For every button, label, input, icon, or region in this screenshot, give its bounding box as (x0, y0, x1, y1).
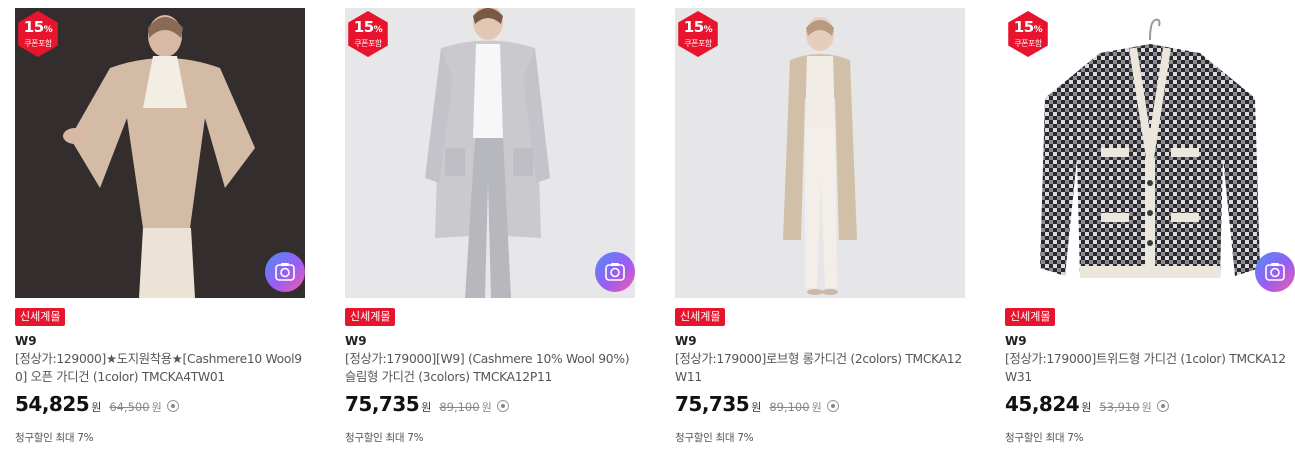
brand-name[interactable]: W9 (345, 334, 635, 348)
price-row: 75,735 원 89,100 원 (345, 392, 635, 416)
photo-review-button[interactable] (265, 252, 305, 292)
original-price-unit: 원 (481, 401, 492, 414)
product-photo-tweed-cardigan (1005, 8, 1295, 298)
product-card[interactable]: 15% 쿠폰포함 신세계몰 W9 [정상가:179000]트위드형 가디건 (1… (1005, 8, 1295, 445)
price-unit: 원 (421, 401, 432, 414)
shop-tag: 신세계몰 (1005, 308, 1056, 326)
price-unit: 원 (751, 401, 762, 414)
original-price: 53,910 (1099, 400, 1140, 414)
price-unit: 원 (1081, 401, 1092, 414)
product-photo-slim-cardigan (345, 8, 635, 298)
shop-tag: 신세계몰 (345, 308, 396, 326)
product-image[interactable]: 15% 쿠폰포함 (1005, 8, 1295, 298)
product-image[interactable]: 15% 쿠폰포함 (15, 8, 305, 298)
photo-review-button[interactable] (595, 252, 635, 292)
product-name[interactable]: [정상가:129000]★도지원착용★[Cashmere10 Wool90] 오… (15, 350, 305, 386)
original-price-unit: 원 (1141, 401, 1152, 414)
brand-name[interactable]: W9 (1005, 334, 1295, 348)
sale-price: 54,825 (15, 392, 90, 416)
product-image[interactable]: 15% 쿠폰포함 (675, 8, 965, 298)
product-name[interactable]: [정상가:179000]트위드형 가디건 (1color) TMCKA12W31 (1005, 350, 1295, 386)
camera-icon (1265, 263, 1285, 281)
product-name[interactable]: [정상가:179000]로브형 롱가디건 (2colors) TMCKA12W1… (675, 350, 965, 386)
product-card[interactable]: 15% 쿠폰포함 신세계몰 W9 [정상가:129000]★도지원착용★[Cas… (15, 8, 305, 445)
shop-tag: 신세계몰 (15, 308, 66, 326)
product-name[interactable]: [정상가:179000][W9] (Cashmere 10% Wool 90%)… (345, 350, 635, 386)
card-discount-note: 청구할인 최대 7% (675, 432, 754, 444)
original-price-unit: 원 (151, 401, 162, 414)
card-discount-note: 청구할인 최대 7% (345, 432, 424, 444)
sale-price: 75,735 (345, 392, 420, 416)
product-card[interactable]: 15% 쿠폰포함 신세계몰 W9 [정상가:179000][W9] (Cashm… (345, 8, 635, 445)
brand-name[interactable]: W9 (15, 334, 305, 348)
product-photo-robe-cardigan (675, 8, 965, 298)
price-info-icon[interactable] (166, 400, 179, 412)
price-info-icon[interactable] (1156, 400, 1169, 412)
price-row: 75,735 원 89,100 원 (675, 392, 965, 416)
camera-icon (275, 263, 295, 281)
brand-name[interactable]: W9 (675, 334, 965, 348)
product-grid: 15% 쿠폰포함 신세계몰 W9 [정상가:129000]★도지원착용★[Cas… (0, 0, 1295, 472)
original-price: 89,100 (769, 400, 810, 414)
sale-price: 75,735 (675, 392, 750, 416)
product-card[interactable]: 15% 쿠폰포함 신세계몰 W9 [정상가:179000]로브형 롱가디건 (2… (675, 8, 965, 445)
price-row: 45,824 원 53,910 원 (1005, 392, 1295, 416)
price-row: 54,825 원 64,500 원 (15, 392, 305, 416)
product-photo-open-cardigan (15, 8, 305, 298)
product-image[interactable]: 15% 쿠폰포함 (345, 8, 635, 298)
price-unit: 원 (91, 401, 102, 414)
original-price: 89,100 (439, 400, 480, 414)
sale-price: 45,824 (1005, 392, 1080, 416)
original-price: 64,500 (109, 400, 150, 414)
price-info-icon[interactable] (826, 400, 839, 412)
shop-tag: 신세계몰 (675, 308, 726, 326)
photo-review-button[interactable] (1255, 252, 1295, 292)
original-price-unit: 원 (811, 401, 822, 414)
camera-icon (605, 263, 625, 281)
card-discount-note: 청구할인 최대 7% (1005, 432, 1084, 444)
price-info-icon[interactable] (496, 400, 509, 412)
card-discount-note: 청구할인 최대 7% (15, 432, 94, 444)
